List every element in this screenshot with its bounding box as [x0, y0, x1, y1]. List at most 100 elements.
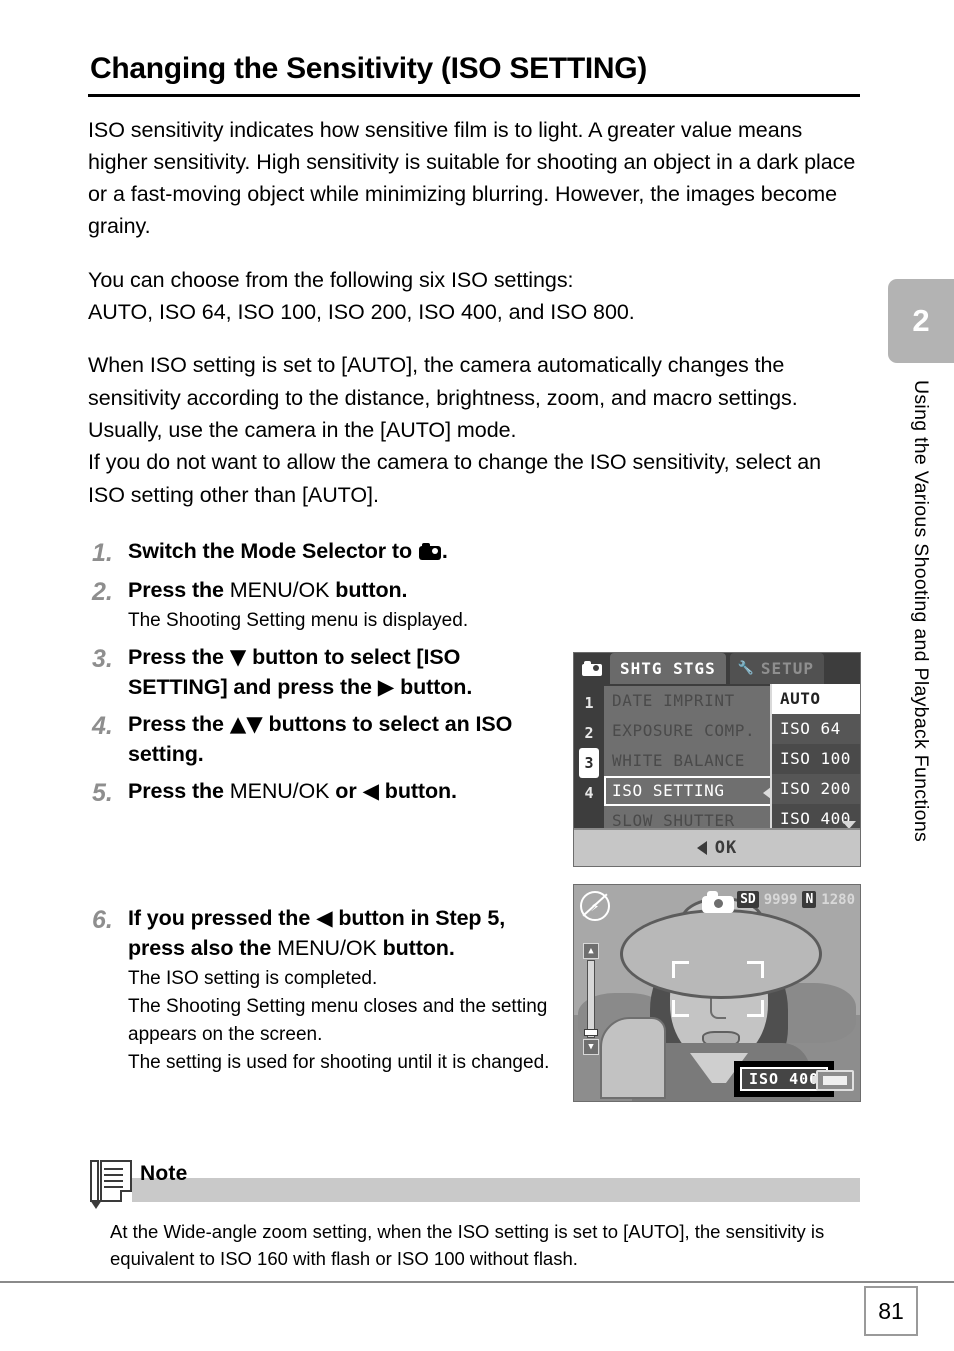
preview-subject-hand [600, 1017, 666, 1099]
chapter-tab: 2 [888, 279, 954, 363]
battery-icon [812, 1070, 854, 1091]
page-number: 81 [878, 1297, 904, 1324]
iso-options-line-2: AUTO, ISO 64, ISO 100, ISO 200, ISO 400,… [88, 300, 635, 325]
menu-item-exposure-comp[interactable]: EXPOSURE COMP. [604, 716, 772, 746]
page-title: Changing the Sensitivity (ISO SETTING) [88, 52, 860, 97]
zoom-slider-track[interactable] [587, 960, 595, 1038]
step-4-number: 4. [92, 712, 113, 741]
step-6-sub-line-1: The ISO setting is completed. [128, 968, 378, 990]
tab-setup-label: SETUP [760, 659, 815, 678]
lcd-menu-page-rail: 1 2 3 4 [574, 684, 604, 830]
preview-status-bar: SD 9999 N 1280 [737, 891, 855, 908]
step-6-subtext: The ISO setting is completed. The Shooti… [128, 965, 560, 1077]
lcd-menu-tabbar: SHTG STGS 🔧 SETUP [574, 653, 860, 684]
wrench-icon: 🔧 [737, 661, 755, 676]
up-down-arrow-icon: ▲▼ [229, 712, 263, 738]
value-iso-64[interactable]: ISO 64 [772, 714, 860, 744]
step-4-text: Press the ▲▼ buttons to select an ISO se… [128, 710, 560, 769]
step-6-text-before: If you pressed the [128, 906, 317, 931]
flash-off-icon: ⚡ [580, 891, 610, 921]
picture-quality-badge: N [802, 891, 817, 908]
menu-item-white-balance[interactable]: WHITE BALANCE [604, 746, 772, 776]
preview-mode-camera-icon [702, 891, 734, 913]
intro-paragraph: ISO sensitivity indicates how sensitive … [88, 117, 856, 239]
note-label: Note [140, 1162, 188, 1185]
lcd-menu-body: 1 2 3 4 DATE IMPRINT EXPOSURE COMP. WHIT… [574, 684, 860, 860]
autofocus-frame [672, 961, 764, 1017]
step-2-text: Press the MENU/OK button. [128, 576, 860, 606]
value-iso-200[interactable]: ISO 200 [772, 774, 860, 804]
step-5-number: 5. [92, 779, 113, 808]
left-arrow-icon-2: ◀ [316, 906, 333, 932]
footer-ok-label: OK [714, 838, 738, 858]
zoom-slider[interactable]: ▲ ▼ [583, 943, 599, 1055]
step-1-number: 1. [92, 538, 113, 567]
step-1: 1. Switch the Mode Selector to . [88, 537, 860, 568]
step-5-text-mid: or [329, 779, 363, 804]
left-arrow-icon: ◀ [362, 779, 379, 805]
chapter-number: 2 [912, 303, 930, 338]
remaining-shots-count: 9999 [763, 891, 798, 908]
step-1-text-after: . [441, 538, 448, 563]
menu-item-date-imprint[interactable]: DATE IMPRINT [604, 686, 772, 716]
shooting-mode-icon [574, 653, 610, 684]
step-2: 2. Press the MENU/OK button. The Shootin… [88, 576, 860, 636]
camera-mode-icon [418, 542, 441, 560]
step-4-text-before: Press the [128, 712, 230, 737]
rail-page-3[interactable]: 3 [579, 748, 599, 778]
menu-ok-button-label-3: MENU/OK [277, 935, 377, 960]
step-3-number: 3. [92, 645, 113, 674]
menu-item-iso-setting[interactable]: ISO SETTING [604, 776, 772, 806]
manual-page: 2 Using the Various Shooting and Playbac… [0, 0, 954, 1351]
lcd-menu-figure: SHTG STGS 🔧 SETUP 1 2 3 4 DATE IMPRINT E… [573, 652, 861, 867]
menu-ok-button-label-2: MENU/OK [229, 779, 330, 804]
zoom-slider-knob[interactable] [584, 1029, 598, 1036]
auto-mode-line-2: If you do not want to allow the camera t… [88, 450, 822, 507]
tele-icon: ▲ [583, 943, 599, 959]
step-5-text: Press the MENU/OK or ◀ button. [128, 777, 560, 807]
menu-item-iso-setting-label: ISO SETTING [612, 781, 725, 800]
step-2-number: 2. [92, 577, 113, 606]
auto-mode-paragraph: When ISO setting is set to [AUTO], the c… [88, 349, 860, 510]
menu-ok-button-label: MENU/OK [229, 577, 330, 602]
value-iso-100[interactable]: ISO 100 [772, 744, 860, 774]
note-icon [88, 1158, 134, 1209]
step-5-text-before: Press the [128, 779, 230, 804]
note-text-line-1: At the Wide-angle zoom setting, when the… [110, 1221, 825, 1242]
step-3-text-before: Press the [128, 645, 230, 670]
step-6-text: If you pressed the ◀ button in Step 5, p… [128, 904, 560, 963]
tab-setup[interactable]: 🔧 SETUP [729, 653, 825, 684]
rail-page-4[interactable]: 4 [574, 778, 604, 808]
step-2-text-before: Press the [128, 577, 230, 602]
left-arrow-icon-footer [696, 841, 707, 855]
note-header-bar [114, 1178, 860, 1202]
step-1-text-before: Switch the Mode Selector to [128, 538, 418, 563]
footer-divider [0, 1281, 954, 1283]
note-text: At the Wide-angle zoom setting, when the… [110, 1218, 850, 1272]
step-1-text: Switch the Mode Selector to . [128, 537, 860, 567]
image-size-label: 1280 [821, 891, 855, 908]
step-3-text-after: button. [394, 674, 473, 699]
value-auto[interactable]: AUTO [772, 684, 860, 714]
rail-page-2[interactable]: 2 [574, 718, 604, 748]
page-number-box: 81 [864, 1286, 918, 1336]
step-2-subtext: The Shooting Setting menu is displayed. [128, 607, 860, 635]
lcd-menu-footer: OK [574, 828, 860, 866]
lcd-menu-value-list: AUTO ISO 64 ISO 100 ISO 200 ISO 400 [770, 684, 860, 830]
note-section: Note At the Wide-angle zoom setting, whe… [88, 1158, 860, 1272]
down-arrow-icon: ▼ [229, 645, 247, 671]
step-6-sub-line-2: The Shooting Setting menu closes and the… [128, 996, 548, 1046]
rail-page-1[interactable]: 1 [574, 688, 604, 718]
tab-shooting-settings[interactable]: SHTG STGS [610, 653, 726, 684]
sd-card-icon: SD [737, 891, 759, 908]
step-3-text: Press the ▼ button to select [ISO SETTIN… [128, 643, 560, 702]
auto-mode-line-1: When ISO setting is set to [AUTO], the c… [88, 353, 798, 442]
step-6-number: 6. [92, 906, 113, 935]
step-6-text-after: button. [376, 935, 455, 960]
chapter-title-vertical: Using the Various Shooting and Playback … [899, 380, 943, 980]
iso-options-paragraph: You can choose from the following six IS… [88, 264, 860, 329]
step-2-sub-line-1: The Shooting Setting menu is displayed. [128, 610, 469, 632]
wide-icon: ▼ [583, 1039, 599, 1055]
right-arrow-icon: ▶ [377, 674, 395, 700]
iso-options-line-1: You can choose from the following six IS… [88, 267, 574, 292]
